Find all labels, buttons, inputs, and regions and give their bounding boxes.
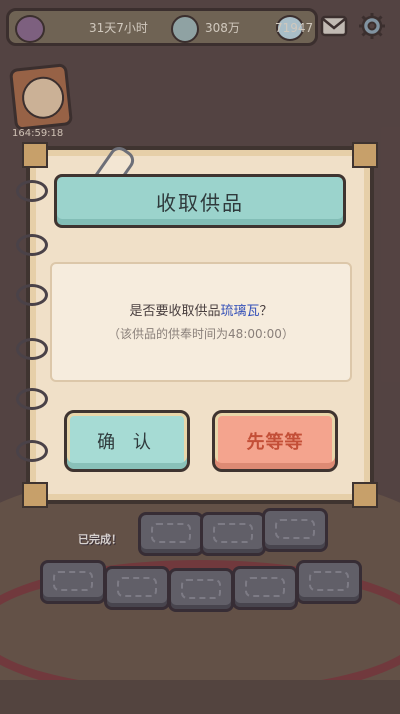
offering-item-name: 琉璃瓦	[220, 304, 260, 319]
message-count: 71947	[275, 21, 314, 35]
gift-icon[interactable]	[15, 15, 45, 43]
question-suffix: ？	[259, 304, 273, 319]
confirm-question: 是否要收取供品琉璃瓦？	[52, 300, 350, 319]
binder-ring	[16, 338, 48, 360]
completed-label: 已完成！	[78, 533, 122, 546]
status-bar: 31天7小时 308万 71947	[6, 8, 318, 46]
offering-stone[interactable]	[200, 512, 266, 556]
coin-count: 308万	[205, 21, 240, 35]
confirm-button[interactable]: 确 认	[64, 410, 190, 472]
offering-stone[interactable]	[296, 560, 362, 604]
gear-icon	[359, 13, 385, 39]
binder-ring	[16, 180, 48, 202]
wait-button[interactable]: 先等等	[212, 410, 338, 472]
dialog-message: 是否要收取供品琉璃瓦？ （该供品的供奉时间为48:00:00）	[50, 262, 352, 382]
coin-icon	[171, 15, 199, 43]
time-remaining: 31天7小时	[89, 21, 148, 35]
corner-bracket	[352, 482, 378, 508]
cat-avatar	[20, 74, 67, 121]
grass	[0, 680, 400, 714]
corner-bracket	[22, 482, 48, 508]
offering-stone[interactable]	[138, 512, 204, 556]
collect-offering-dialog: 收取供品 是否要收取供品琉璃瓦？ （该供品的供奉时间为48:00:00） 确 认…	[16, 142, 378, 508]
corner-bracket	[352, 142, 378, 168]
dialog-title: 收取供品	[54, 174, 346, 228]
offering-stone[interactable]	[232, 566, 298, 610]
binder-ring	[16, 388, 48, 410]
cat-portrait-card[interactable]	[8, 63, 74, 131]
offering-stone[interactable]	[104, 566, 170, 610]
cat-timer: 164:59:18	[12, 128, 64, 139]
binder-ring	[16, 284, 48, 306]
corner-bracket	[22, 142, 48, 168]
question-prefix: 是否要收取供品	[129, 304, 221, 319]
binder-ring	[16, 234, 48, 256]
offering-stone[interactable]	[168, 568, 234, 612]
offering-stone[interactable]	[262, 508, 328, 552]
mail-button[interactable]	[318, 10, 350, 42]
settings-button[interactable]	[356, 10, 388, 42]
offering-duration-note: （该供品的供奉时间为48:00:00）	[108, 327, 294, 341]
binder-ring	[16, 440, 48, 462]
mail-icon	[320, 15, 348, 37]
offering-stone[interactable]	[40, 560, 106, 604]
